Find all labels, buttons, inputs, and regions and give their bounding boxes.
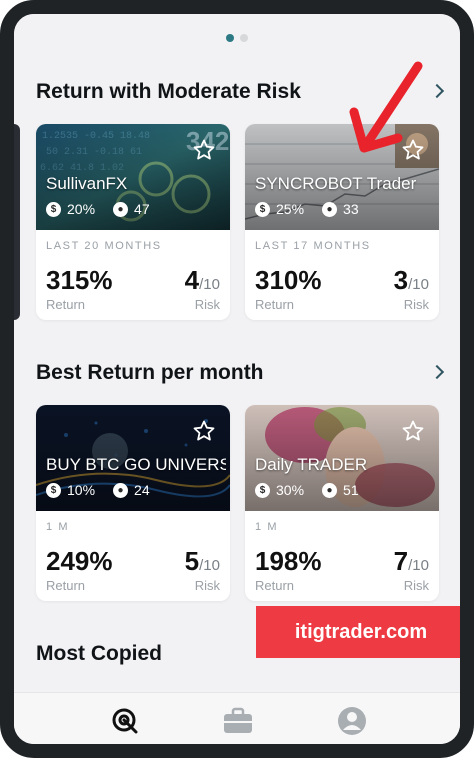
person-circle-icon: ● (322, 482, 338, 498)
return-rate: 25% (276, 201, 305, 217)
return-value: 198% (255, 546, 322, 576)
trader-stats: $25% ● 33 (255, 201, 377, 217)
return-rate: 10% (67, 482, 96, 498)
trader-name: BUY BTC GO UNIVERSE (46, 455, 226, 474)
star-outline-icon[interactable] (401, 419, 425, 443)
risk-value: 7/10 (393, 546, 429, 576)
return-rate: 20% (67, 201, 96, 217)
dollar-circle-icon: $ (255, 482, 270, 498)
return-value: 249% (46, 546, 113, 576)
trader-stats: $10% ● 24 (46, 482, 168, 498)
page-dot-2[interactable] (240, 34, 248, 42)
risk-value: 4/10 (184, 265, 220, 295)
trader-name: SYNCROBOT Trader (255, 174, 417, 193)
risk-label: Risk (403, 578, 429, 593)
period-label: 1 M (46, 521, 70, 533)
briefcase-icon[interactable] (222, 705, 254, 737)
arrow-annotation-icon (349, 61, 423, 153)
previous-card-peek[interactable] (14, 124, 20, 320)
discover-icon[interactable] (109, 705, 141, 737)
bottom-navigation (14, 692, 460, 744)
period-label: 1 M (255, 521, 279, 533)
risk-label: Risk (194, 297, 220, 312)
trader-stats: $20% ● 47 (46, 201, 168, 217)
section-title-moderate-risk: Return with Moderate Risk (36, 80, 301, 103)
return-label: Return (46, 578, 86, 593)
watermark-banner: itigtrader.com (256, 606, 460, 658)
best-return-carousel[interactable]: BUY BTC GO UNIVERSE $10% ● 24 1 M 249% Re… (14, 405, 460, 601)
section-title-most-copied: Most Copied (36, 642, 162, 665)
risk-label: Risk (194, 578, 220, 593)
risk-label: Risk (403, 297, 429, 312)
person-circle-icon: ● (322, 201, 338, 217)
dollar-circle-icon: $ (255, 201, 270, 217)
page-dot-1[interactable] (226, 34, 234, 42)
period-label: LAST 20 MONTHS (46, 240, 162, 252)
trader-card-sullivanfx[interactable]: 1.2535 -0.45 18.48 50 2.31 -0.18 61 6.62… (36, 124, 230, 320)
person-circle-icon: ● (113, 201, 129, 217)
trader-card-daily-trader[interactable]: Daily TRADER $30% ● 51 1 M 198% Return 7/… (245, 405, 439, 601)
copiers-count: 47 (134, 201, 150, 217)
return-label: Return (46, 297, 86, 312)
copiers-count: 33 (343, 201, 359, 217)
trader-name: SullivanFX (46, 174, 128, 193)
profile-icon[interactable] (336, 705, 368, 737)
copiers-count: 51 (343, 482, 359, 498)
risk-value: 5/10 (184, 546, 220, 576)
trader-stats: $30% ● 51 (255, 482, 377, 498)
section-title-best-return: Best Return per month (36, 361, 264, 384)
star-outline-icon[interactable] (192, 419, 216, 443)
app-screen: Return with Moderate Risk 1.2535 -0.45 1… (14, 14, 460, 744)
dollar-circle-icon: $ (46, 482, 61, 498)
return-value: 315% (46, 265, 113, 295)
page-indicator (14, 34, 460, 42)
chevron-right-icon[interactable] (429, 364, 445, 380)
return-value: 310% (255, 265, 322, 295)
return-rate: 30% (276, 482, 305, 498)
period-label: LAST 17 MONTHS (255, 240, 371, 252)
copiers-count: 24 (134, 482, 150, 498)
star-outline-icon[interactable] (192, 138, 216, 162)
return-label: Return (255, 297, 295, 312)
chevron-right-icon[interactable] (429, 83, 445, 99)
dollar-circle-icon: $ (46, 201, 61, 217)
return-label: Return (255, 578, 295, 593)
trader-name: Daily TRADER (255, 455, 368, 474)
phone-frame: Return with Moderate Risk 1.2535 -0.45 1… (0, 0, 474, 758)
risk-value: 3/10 (393, 265, 429, 295)
trader-card-buy-btc[interactable]: BUY BTC GO UNIVERSE $10% ● 24 1 M 249% Re… (36, 405, 230, 601)
person-circle-icon: ● (113, 482, 129, 498)
